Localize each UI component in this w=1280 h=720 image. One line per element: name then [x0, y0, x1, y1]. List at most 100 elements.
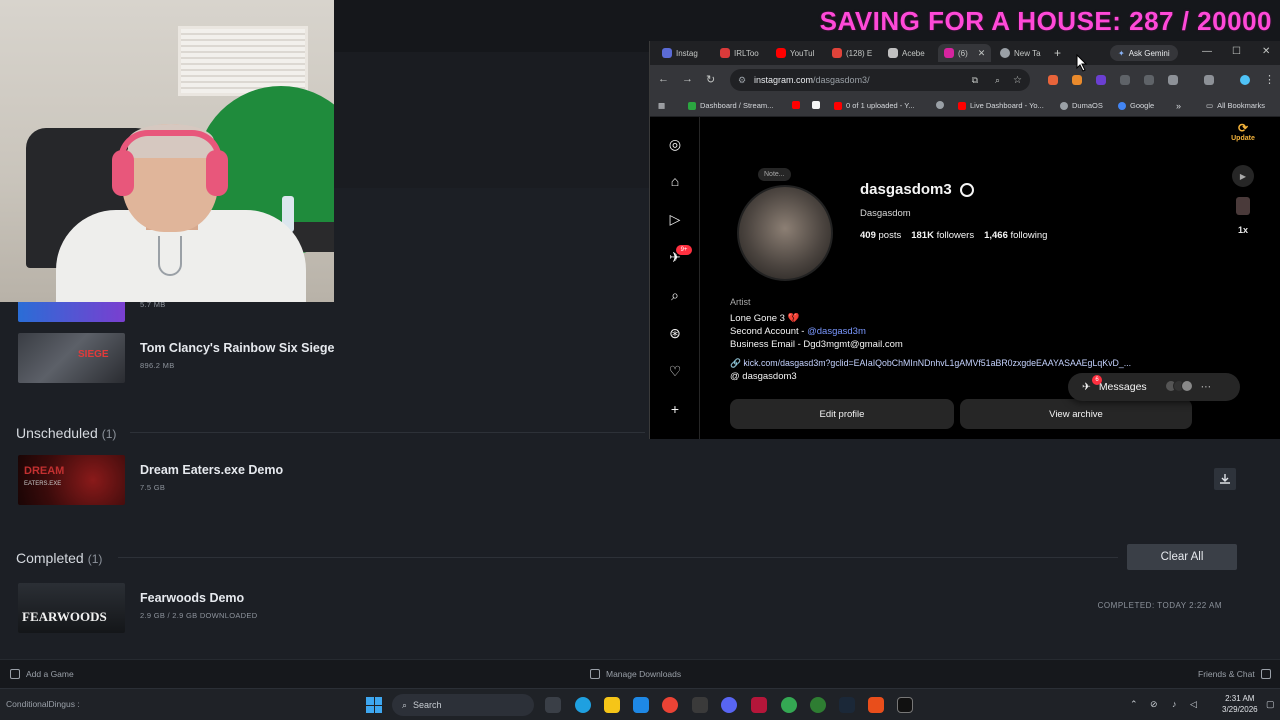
back-icon[interactable]: ← — [658, 73, 669, 85]
bookmark-youtube[interactable] — [792, 101, 800, 109]
profile-avatar-icon[interactable] — [1240, 75, 1250, 85]
clear-all-button[interactable]: Clear All — [1127, 544, 1237, 570]
extension-icon[interactable] — [1120, 75, 1130, 85]
maximize-button[interactable]: ☐ — [1232, 46, 1241, 57]
bookmark-globe[interactable] — [936, 101, 944, 109]
tab-acebe[interactable]: Acebe — [888, 44, 925, 62]
thumbnail-image[interactable] — [1236, 197, 1250, 215]
minimize-button[interactable]: — — [1202, 46, 1212, 57]
tab-128[interactable]: (128) E — [832, 44, 872, 62]
more-icon[interactable]: ⋯ — [1201, 381, 1212, 393]
tab-favicon-icon — [662, 48, 672, 58]
all-bookmarks-button[interactable]: ▭ All Bookmarks — [1206, 101, 1265, 110]
windows-start-icon[interactable] — [366, 697, 382, 713]
install-app-icon[interactable]: ⧉ — [972, 75, 978, 86]
bio-external-link[interactable]: 🔗 kick.com/dasgasd3m?gclid=EAIaIQobChMIn… — [730, 358, 1131, 369]
chrome-icon[interactable] — [662, 697, 678, 713]
tab-youtube[interactable]: YouTul — [776, 44, 814, 62]
app-icon[interactable] — [897, 697, 913, 713]
settings-gear-icon[interactable] — [959, 182, 974, 197]
bio-mention-link[interactable]: @dasgasd3m — [807, 326, 866, 337]
side-panel-icon[interactable] — [1204, 75, 1214, 85]
chrome-window: Instag IRLToo YouTul (128) E Acebe (6) ✕ … — [649, 41, 1280, 439]
view-archive-button[interactable]: View archive — [960, 399, 1192, 429]
manage-downloads-button[interactable]: Manage Downloads — [590, 669, 681, 679]
bookmark-item[interactable] — [812, 101, 820, 109]
close-tab-icon[interactable]: ✕ — [978, 48, 986, 59]
tab-instagram[interactable]: Instag — [662, 44, 698, 62]
steam-icon[interactable] — [839, 697, 855, 713]
messages-pill[interactable]: ✈ 6 Messages ⋯ — [1068, 373, 1240, 401]
note-bubble[interactable]: Note... — [758, 168, 791, 181]
search-icon[interactable]: ⌕ — [666, 286, 684, 304]
bookmark-dumaos[interactable]: DumaOS — [1060, 101, 1103, 110]
edge-icon[interactable] — [575, 697, 591, 713]
extension-icon[interactable] — [1048, 75, 1058, 85]
speaker-icon[interactable]: ◁ — [1190, 699, 1197, 710]
reels-icon[interactable]: ▷ — [666, 210, 684, 228]
tray-overflow-icon[interactable]: ⌃ — [1130, 699, 1138, 710]
notifications-heart-icon[interactable]: ♡ — [666, 362, 684, 380]
bookmark-uploaded[interactable]: 0 of 1 uploaded - Y... — [834, 101, 915, 110]
explore-icon[interactable]: ⊛ — [666, 324, 684, 342]
more-menu-icon[interactable]: ⋮ — [1264, 73, 1275, 86]
apps-grid-icon[interactable]: ▦ — [658, 101, 665, 110]
bookmark-google[interactable]: Google — [1118, 101, 1154, 110]
add-game-button[interactable]: Add a Game — [10, 669, 74, 679]
extension-icon[interactable] — [1096, 75, 1106, 85]
profile-avatar[interactable] — [737, 185, 833, 281]
app-icon[interactable] — [692, 697, 708, 713]
followers-stat[interactable]: 181K followers — [911, 230, 974, 241]
extensions-puzzle-icon[interactable] — [1168, 75, 1178, 85]
tab-instagram-active[interactable]: (6) ✕ — [938, 44, 992, 62]
bookmark-live-dashboard[interactable]: Live Dashboard - Yo... — [958, 101, 1044, 110]
bookmark-star-icon[interactable]: ☆ — [1013, 75, 1022, 86]
avatar — [1180, 379, 1193, 392]
discord-icon[interactable] — [721, 697, 737, 713]
file-explorer-icon[interactable] — [604, 697, 620, 713]
message-avatars — [1164, 379, 1193, 395]
download-button[interactable] — [1214, 468, 1236, 490]
friends-chat-button[interactable]: Friends & Chat — [1198, 669, 1271, 679]
more-bookmarks-button[interactable]: » — [1176, 101, 1181, 111]
tab-irltoolkit[interactable]: IRLToo — [720, 44, 759, 62]
bookmark-dashboard-stream[interactable]: Dashboard / Stream... — [688, 101, 773, 110]
notifications-icon[interactable]: ▢ — [1266, 699, 1275, 710]
ask-gemini-button[interactable]: ✦ Ask Gemini — [1110, 45, 1178, 61]
tab-new-tab[interactable]: New Ta — [1000, 44, 1041, 62]
store-icon[interactable] — [633, 697, 649, 713]
home-icon[interactable]: ⌂ — [666, 172, 684, 190]
task-view-icon[interactable] — [545, 697, 561, 713]
zoom-icon[interactable]: ⌕ — [995, 75, 1000, 86]
download-row-dream-eaters[interactable]: DREAM EATERS.EXE Dream Eaters.exe Demo 7… — [16, 455, 1246, 505]
create-plus-icon[interactable]: + — [666, 400, 684, 418]
forward-icon[interactable]: → — [682, 73, 693, 85]
instagram-logo-icon[interactable]: ◎ — [666, 135, 684, 153]
playback-speed[interactable]: 1x — [1228, 225, 1258, 235]
extension-icon[interactable] — [1072, 75, 1082, 85]
threads-link[interactable]: @ dasgasdom3 — [730, 371, 797, 382]
bookmark-favicon-icon — [1060, 101, 1068, 110]
edit-profile-button[interactable]: Edit profile — [730, 399, 954, 429]
app-icon[interactable] — [868, 697, 884, 713]
system-clock[interactable]: 2:31 AM 3/29/2026 — [1222, 693, 1258, 715]
taskbar-widget-text[interactable]: ConditionalDingus : — [6, 699, 80, 709]
following-stat[interactable]: 1,466 following — [984, 230, 1047, 241]
tab-label: Instag — [676, 48, 698, 58]
new-tab-button[interactable]: + — [1054, 44, 1061, 62]
taskbar-search[interactable]: ⌕ Search — [392, 694, 534, 716]
play-icon[interactable]: ▶ — [1232, 165, 1254, 187]
app-icon[interactable] — [751, 697, 767, 713]
extension-icon[interactable] — [1144, 75, 1154, 85]
site-info-icon[interactable]: ⚙ — [738, 75, 746, 86]
bookmark-label: Live Dashboard - Yo... — [970, 101, 1044, 110]
update-button[interactable]: ⟳ Update — [1228, 121, 1258, 142]
close-window-button[interactable]: ✕ — [1262, 46, 1270, 57]
profile-username: dasgasdom3 — [860, 181, 974, 198]
reload-icon[interactable]: ↻ — [706, 73, 715, 86]
chrome-active-icon[interactable] — [781, 697, 797, 713]
address-bar[interactable]: ⚙ instagram.com/dasgasdom3/ ⧉ ⌕ ☆ — [730, 69, 1030, 91]
microphone-icon[interactable]: ♪ — [1172, 699, 1177, 709]
browser-icon[interactable] — [810, 697, 826, 713]
network-icon[interactable]: ⊘ — [1150, 699, 1158, 710]
